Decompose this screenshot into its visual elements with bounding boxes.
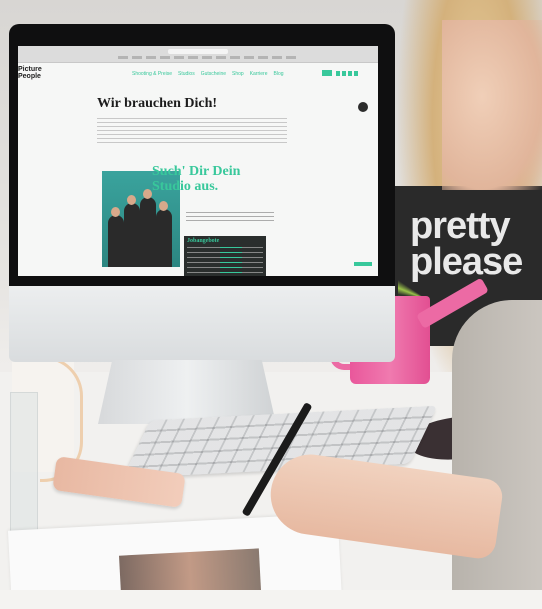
nav-item[interactable]: Shop <box>232 72 244 77</box>
footer-button[interactable] <box>354 262 372 266</box>
chat-icon[interactable] <box>358 102 368 112</box>
social-icons[interactable] <box>336 71 360 76</box>
glass <box>10 392 38 534</box>
person-head <box>127 195 136 205</box>
site-nav: Shooting & Preise Studios Gutscheine Sho… <box>132 72 284 77</box>
intro-text <box>97 118 287 144</box>
page-headline: Wir brauchen Dich! <box>97 96 218 111</box>
header-cta-button[interactable] <box>322 70 332 76</box>
browser-toolbar <box>18 46 378 63</box>
nav-item[interactable]: Karriere <box>250 72 268 77</box>
site-logo[interactable]: Picture People <box>18 66 42 80</box>
person-figure <box>124 203 140 267</box>
nav-item[interactable]: Studios <box>178 72 195 77</box>
person-figure <box>108 215 124 267</box>
plant-leaves <box>398 212 458 300</box>
person-head <box>159 201 168 211</box>
nav-item[interactable]: Gutscheine <box>201 72 226 77</box>
job-offers-title: Jobangebote <box>187 238 220 244</box>
monitor-screen: Picture People Shooting & Preise Studios… <box>18 46 378 276</box>
woman-body <box>452 300 542 609</box>
bookmarks-bar <box>118 56 298 59</box>
nav-item[interactable]: Blog <box>274 72 284 77</box>
person-figure <box>140 197 156 267</box>
person-figure <box>156 209 172 267</box>
photo-scene: pretty please Picture People Shooting & … <box>0 0 542 609</box>
bottom-banner <box>0 590 542 609</box>
address-bar[interactable] <box>168 49 228 54</box>
woman-face <box>442 20 542 190</box>
job-offers-box: Jobangebote <box>184 236 266 276</box>
person-head <box>111 207 120 217</box>
studio-text <box>186 212 274 222</box>
nav-item[interactable]: Shooting & Preise <box>132 72 172 77</box>
apple-logo-icon <box>187 306 221 340</box>
studio-heading: Such' Dir Dein Studio aus. <box>152 164 241 194</box>
person-head <box>143 189 152 199</box>
job-offers-links[interactable] <box>220 247 242 273</box>
